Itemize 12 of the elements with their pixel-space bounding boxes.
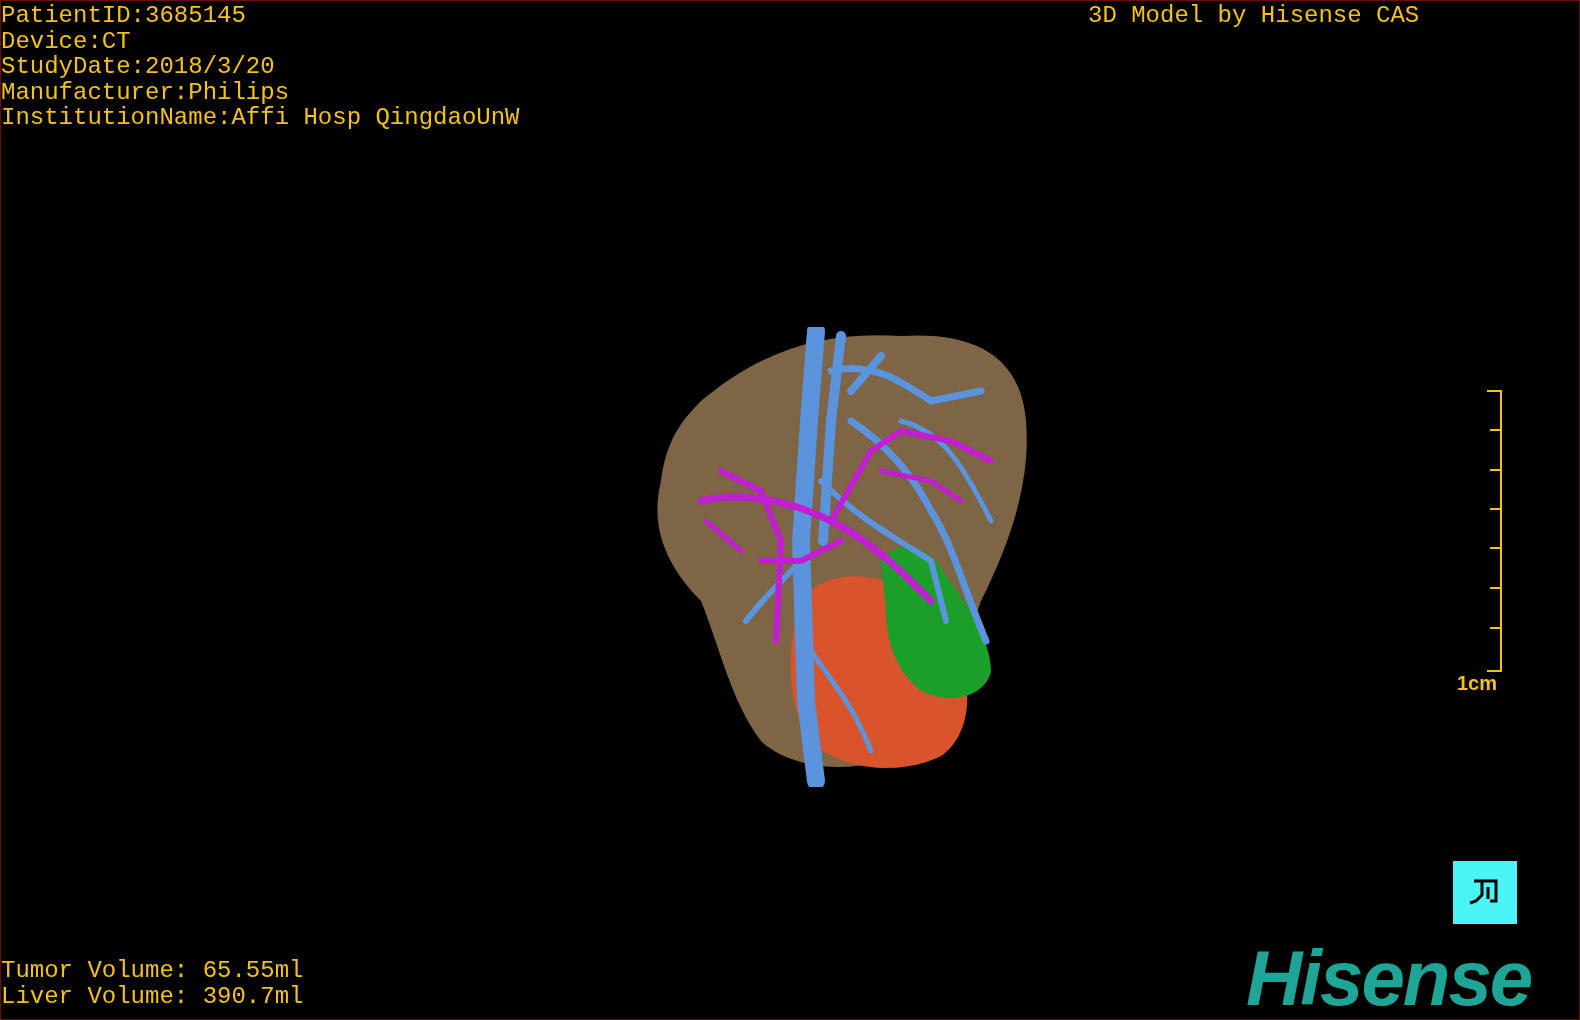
study-info-line: Manufacturer:Philips (1, 79, 290, 105)
view-toggle-button[interactable] (1453, 861, 1517, 924)
model-credit-text: 3D Model by Hisense CAS (1088, 3, 1420, 29)
study-info-line: InstitutionName:Affi Hosp QingdaoUnW (1, 105, 520, 131)
study-info-line: Device:CT (1, 28, 131, 54)
study-info-line: PatientID:3685145 (1, 3, 246, 29)
scale-bar-label: 1cm (1457, 671, 1498, 695)
volume-readout: Tumor Volume: 65.55ml (1, 958, 304, 984)
volume-readout: Liver Volume: 390.7ml (1, 983, 304, 1009)
brand-logo: Hisense (1246, 938, 1532, 1018)
study-info-line: StudyDate:2018/3/20 (1, 54, 275, 80)
scale-bar-icon (1484, 390, 1504, 672)
